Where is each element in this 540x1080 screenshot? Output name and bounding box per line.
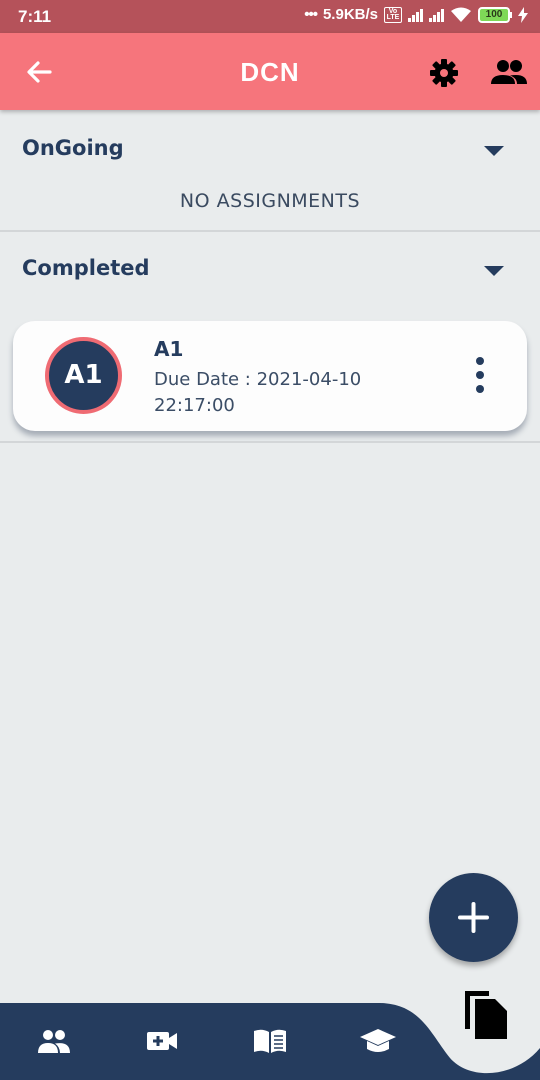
- assignment-name: A1: [154, 337, 184, 361]
- copy-document-icon[interactable]: [461, 987, 511, 1041]
- video-add-icon[interactable]: [142, 1021, 182, 1061]
- status-time: 7:11: [18, 7, 52, 26]
- plus-icon: [458, 902, 489, 933]
- people-icon[interactable]: [34, 1021, 74, 1061]
- avatar: A1: [45, 337, 122, 414]
- people-icon[interactable]: [490, 57, 528, 89]
- section-ongoing-header[interactable]: OnGoing: [0, 120, 540, 180]
- signal-dots-icon: •••: [304, 6, 318, 23]
- due-date-label: Due Date :: [154, 369, 251, 390]
- bottom-nav: [0, 1003, 540, 1080]
- add-assignment-button[interactable]: [429, 873, 518, 962]
- empty-assignments-message: NO ASSIGNMENTS: [179, 190, 361, 212]
- section-completed-label: Completed: [22, 256, 150, 280]
- chevron-down-icon[interactable]: [484, 146, 504, 156]
- status-bar: 7:11 ••• 5.9KB/s Vo LTE 100: [0, 0, 540, 33]
- chevron-down-icon[interactable]: [484, 266, 504, 276]
- section-completed-header[interactable]: Completed: [0, 240, 540, 300]
- network-speed: 5.9KB/s: [322, 6, 378, 23]
- volte-icon: Vo LTE: [384, 6, 402, 23]
- more-vertical-icon[interactable]: [473, 357, 487, 393]
- gear-icon[interactable]: [428, 57, 460, 89]
- wifi-icon: [451, 7, 471, 22]
- section-ongoing-label: OnGoing: [22, 136, 124, 160]
- assignment-due-date: Due Date : 2021-04-10 22:17:00: [154, 367, 394, 419]
- section-divider: [0, 230, 540, 232]
- signal-1-icon: [408, 8, 423, 22]
- graduation-cap-icon[interactable]: [358, 1021, 398, 1061]
- signal-2-icon: [429, 8, 444, 22]
- status-icons: ••• 5.9KB/s Vo LTE 100: [304, 6, 528, 23]
- battery-icon: 100: [478, 6, 512, 23]
- assignment-card[interactable]: A1 A1 Due Date : 2021-04-10 22:17:00: [13, 321, 527, 431]
- section-divider: [0, 441, 540, 443]
- charging-icon: [518, 6, 528, 23]
- battery-level: 100: [478, 6, 510, 23]
- app-bar: DCN: [0, 33, 540, 110]
- book-icon[interactable]: [250, 1021, 290, 1061]
